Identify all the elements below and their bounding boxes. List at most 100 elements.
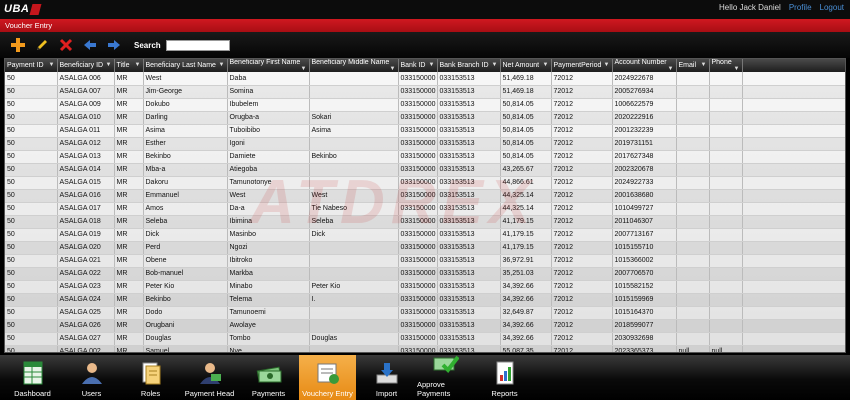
table-row[interactable]: 50 ASALGA 006 MR West Daba 033150000 033153513… [5,72,845,86]
table-row[interactable]: 50 ASALGA 026 MR Orugbani Awolaye 033150000 03… [5,319,845,333]
column-header-label: Phone [711,59,732,66]
logout-link[interactable]: Logout [820,3,844,12]
table-cell: Awolaye [227,319,310,333]
table-row[interactable]: 50 ASALGA 016 MR Emmanuel West West 033150000 0… [5,189,845,203]
table-cell: 44,866.61 [500,176,552,190]
table-cell-filler [742,150,845,164]
filter-icon[interactable]: ▼ [668,66,674,72]
column-header[interactable]: Account Number ▼ [612,59,677,72]
filter-icon[interactable]: ▼ [301,66,307,72]
table-row[interactable]: 50 ASALGA 013 MR Bekinbo Damiete Bekinbo 03315… [5,150,845,164]
table-cell-filler [742,176,845,190]
filter-icon[interactable]: ▼ [492,62,498,68]
table-row[interactable]: 50 ASALGA 025 MR Dodo Tamunoemi 033150000 0331… [5,306,845,320]
column-header[interactable]: Phone ▼ [709,59,743,72]
add-button[interactable] [6,35,30,55]
table-row[interactable]: 50 ASALGA 018 MR Seleba Ibimina Seleba 0331500… [5,215,845,229]
table-cell: ASALGA 016 [57,189,115,203]
user-area: Hello Jack Daniel Profile Logout [719,3,844,12]
payment-head-icon [197,361,223,385]
column-header[interactable]: Email ▼ [676,59,710,72]
table-cell: 033150000 [398,319,438,333]
table-row[interactable]: 50 ASALGA 021 MR Obene Ibitroko 033150000 0331… [5,254,845,268]
nav-item-payment-head[interactable]: Payment Head [181,355,238,400]
filter-icon[interactable]: ▼ [219,62,225,68]
nav-item-label: Reports [491,389,518,398]
table-row[interactable]: 50 ASALGA 015 MR Dakoru Tamunotonye 033150000… [5,176,845,190]
table-cell: 033153513 [437,306,501,320]
table-cell [709,267,743,281]
filter-icon[interactable]: ▼ [734,66,740,72]
table-row[interactable]: 50 ASALGA 014 MR Mba-a Atiegoba 033150000 0331… [5,163,845,177]
filter-icon[interactable]: ▼ [604,62,610,68]
edit-button[interactable] [30,35,54,55]
table-row[interactable]: 50 ASALGA 022 MR Bob-manuel Markba 033150000 0… [5,267,845,281]
table-cell [676,189,710,203]
table-cell: 50 [5,150,58,164]
forward-button[interactable] [102,35,126,55]
table-cell: 2020222916 [612,111,677,125]
column-header[interactable]: Beneficiary Middle Name ▼ [309,59,399,72]
column-header-label: Beneficiary Last Name [145,62,216,69]
profile-link[interactable]: Profile [789,3,812,12]
column-header[interactable]: Title ▼ [114,59,144,72]
table-cell: Telema [227,293,310,307]
table-row[interactable]: 50 ASALGA 023 MR Peter Kio Minabo Peter Kio 03… [5,280,845,294]
table-row[interactable]: 50 ASALGA 011 MR Asima Tuboibibo Asima 0331500… [5,124,845,138]
table-cell: 72012 [551,176,613,190]
delete-button[interactable] [54,35,78,55]
nav-item-reports[interactable]: Reports [476,355,533,400]
table-cell: 72012 [551,72,613,86]
nav-item-payments[interactable]: Payments [240,355,297,400]
column-header[interactable]: Bank ID ▼ [398,59,438,72]
column-header[interactable]: Beneficiary ID ▼ [57,59,115,72]
table-cell: ASALGA 012 [57,137,115,151]
table-cell: MR [114,280,144,294]
table-row[interactable]: 50 ASALGA 009 MR Dokubo Ibubelem 033150000 033… [5,98,845,112]
table-cell: 2001232239 [612,124,677,138]
column-header[interactable]: Beneficiary Last Name ▼ [143,59,228,72]
column-header[interactable]: Payment ID ▼ [5,59,58,72]
filter-icon[interactable]: ▼ [543,62,549,68]
table-row[interactable]: 50 ASALGA 012 MR Esther Igoni 033150000 033153… [5,137,845,151]
table-cell: Tuboibibo [227,124,310,138]
table-cell: Emmanuel [143,189,228,203]
table-row[interactable]: 50 ASALGA 020 MR Perd Ngozi 033150000 03315351… [5,241,845,255]
column-header[interactable]: Bank Branch ID ▼ [437,59,501,72]
table-cell: 43,265.67 [500,163,552,177]
table-header-row: Payment ID ▼ Beneficiary ID ▼ Title ▼ Benefici… [5,59,845,72]
table-cell: 50 [5,293,58,307]
nav-item-dashboard[interactable]: Dashboard [4,355,61,400]
nav-item-import[interactable]: Import [358,355,415,400]
filter-icon[interactable]: ▼ [106,62,112,68]
table-cell-filler [742,111,845,125]
table-cell [309,254,399,268]
table-row[interactable]: 50 ASALGA 019 MR Dick Masinbo Dick 033150000 03… [5,228,845,242]
column-header[interactable]: Net Amount ▼ [500,59,552,72]
filter-icon[interactable]: ▼ [390,66,396,72]
table-cell [676,306,710,320]
nav-item-label: Import [375,389,398,398]
filter-icon[interactable]: ▼ [135,62,141,68]
table-row[interactable]: 50 ASALGA 007 MR Jim-George Somina 033150000 0… [5,85,845,99]
filter-icon[interactable]: ▼ [429,62,435,68]
nav-item-approve-payments[interactable]: Approve Payments [417,355,474,400]
column-header[interactable]: Beneficiary First Name ▼ [227,59,310,72]
table-cell [676,254,710,268]
table-row[interactable]: 50 ASALGA 024 MR Bekinbo Telema I. 033150000 03… [5,293,845,307]
nav-item-vouchery-entry[interactable]: Vouchery Entry [299,355,356,400]
table-cell: MR [114,176,144,190]
column-header[interactable]: PaymentPeriod ▼ [551,59,613,72]
back-button[interactable] [78,35,102,55]
table-row[interactable]: 50 ASALGA 017 MR Amos Da-a Tie Nabeso 03315000… [5,202,845,216]
search-input[interactable] [165,39,230,51]
filter-icon[interactable]: ▼ [49,62,55,68]
nav-item-users[interactable]: Users [63,355,120,400]
table-row[interactable]: 50 ASALGA 010 MR Darling Orugba-a Sokari 03315… [5,111,845,125]
filter-icon[interactable]: ▼ [701,62,707,68]
nav-item-roles[interactable]: Roles [122,355,179,400]
table-row[interactable]: 50 ASALGA 002 MR Samuel Nye 033150000 03315351… [5,345,845,352]
table-cell: 2024922733 [612,176,677,190]
table-row[interactable]: 50 ASALGA 027 MR Douglas Tombo Douglas 0331500… [5,332,845,346]
table-cell: West [143,72,228,86]
